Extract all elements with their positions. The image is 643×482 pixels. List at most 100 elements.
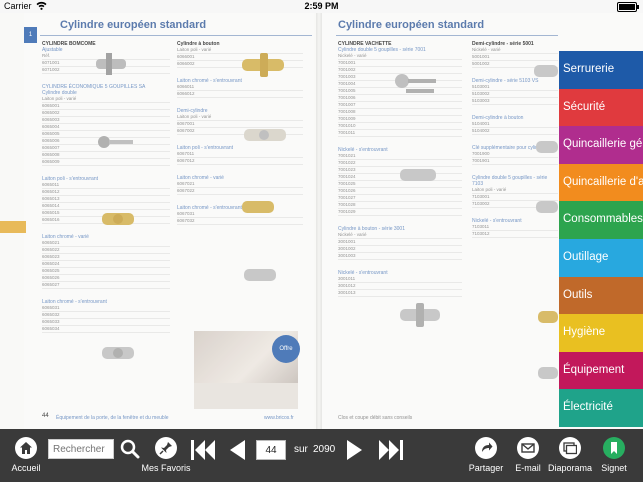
share-label: Partager	[468, 463, 504, 473]
home-button[interactable]: Accueil	[8, 437, 44, 473]
favorites-button[interactable]: Mes Favoris	[140, 437, 192, 473]
table-row: 7001021	[338, 153, 462, 160]
cylinder-image	[536, 141, 558, 153]
cylinder-image	[244, 269, 276, 281]
table-row: 6065002	[42, 110, 170, 117]
left-footer-link[interactable]: www.bricos.fr	[264, 415, 294, 421]
search-input[interactable]	[48, 439, 114, 459]
slideshow-icon	[559, 437, 581, 459]
category-tab[interactable]: Sécurité	[559, 88, 643, 127]
left-column-1: CYLINDRE BOMCOME Ajustable Réf. 6071001 6071…	[42, 41, 170, 343]
table-row: 5104001	[472, 121, 558, 128]
cylinder-image	[400, 303, 440, 327]
table-row: 6065025	[42, 268, 170, 275]
cylinder-image	[102, 213, 134, 225]
total-pages: 2090	[313, 444, 336, 455]
bookmark-label: Signet	[601, 463, 627, 473]
table-row: 6066011	[177, 84, 303, 91]
table-row: 6065009	[42, 159, 170, 166]
title-rule-right	[336, 35, 558, 36]
bookmark-button[interactable]: Signet	[596, 437, 632, 473]
clock: 2:59 PM	[304, 1, 339, 11]
category-tab[interactable]: Quincaillerie générale	[559, 126, 643, 164]
table-row: 7001011	[338, 130, 462, 137]
table-row: 6067011	[177, 151, 303, 158]
cylinder-image	[400, 169, 436, 181]
cylinder-image	[538, 311, 558, 323]
category-tab[interactable]: Consommables	[559, 201, 643, 239]
cylinder-image	[242, 53, 284, 77]
pin-icon	[155, 437, 177, 459]
table-row: 6067021	[177, 181, 303, 188]
table-row: 6065013	[42, 196, 170, 203]
promo-badge: Offre	[272, 335, 300, 363]
catalog-page-view[interactable]: 1 Cylindre européen standard Cylindre eu…	[0, 13, 643, 429]
previous-page-icon[interactable]	[228, 439, 246, 466]
table-row: 7103012	[472, 231, 558, 238]
table-row: 6065033	[42, 319, 170, 326]
last-page-icon[interactable]	[378, 439, 404, 466]
table-row: 3001002	[338, 246, 462, 253]
share-icon	[475, 437, 497, 459]
left-footer-text: Équipement de la porte, de la fenêtre et…	[56, 415, 169, 421]
category-tab[interactable]: Outils	[559, 276, 643, 315]
table-row: 6065026	[42, 275, 170, 282]
table-row: Laiton poli - varié	[177, 114, 303, 121]
slideshow-button[interactable]: Diaporama	[548, 437, 592, 473]
table-row: 3001001	[338, 239, 462, 246]
right-footer-text: Clos et coupe débit sans conseils	[338, 415, 413, 421]
page-of-label: sur	[294, 444, 308, 455]
table-row: 3001011	[338, 276, 462, 283]
category-tab[interactable]: Équipement	[559, 351, 643, 390]
cylinder-image	[242, 201, 274, 213]
keys-image	[395, 74, 436, 93]
table-row: 7103011	[472, 224, 558, 231]
cylinder-image	[244, 129, 286, 141]
category-tab[interactable]: Outillage	[559, 238, 643, 277]
category-tab[interactable]: Électricité	[559, 389, 643, 427]
category-tab[interactable]: Quincaillerie d'agencement	[559, 163, 643, 202]
cylinder-image	[534, 65, 558, 77]
table-row: 5103003	[472, 98, 558, 105]
table-row: 6065023	[42, 254, 170, 261]
category-tab[interactable]: Serrurerie	[559, 51, 643, 89]
table-row: 7001008	[338, 109, 462, 116]
left-page-title: Cylindre européen standard	[60, 19, 207, 31]
cylinder-image	[536, 201, 558, 213]
chapter-tab: 1	[24, 27, 37, 43]
table-row: 7001007	[338, 102, 462, 109]
table-row: 6065001	[42, 103, 170, 110]
first-page-icon[interactable]	[190, 439, 216, 466]
table-row: 6065032	[42, 312, 170, 319]
table-row: 7001001	[338, 60, 462, 67]
table-row: 6065031	[42, 305, 170, 312]
cylinder-image	[538, 367, 558, 379]
email-button[interactable]: E-mail	[510, 437, 546, 473]
table-row: Nickelé - varié	[338, 53, 462, 60]
table-row: 6065008	[42, 152, 170, 159]
table-row: 6065011	[42, 182, 170, 189]
bookmark-icon	[603, 437, 625, 459]
right-page-title: Cylindre européen standard	[338, 19, 485, 31]
table-row: 6066012	[177, 91, 303, 98]
page-number-input[interactable]	[256, 440, 286, 460]
battery-icon	[617, 2, 639, 12]
table-row: 6065021	[42, 240, 170, 247]
envelope-icon	[517, 437, 539, 459]
key-image	[98, 136, 133, 148]
table-row: 7001009	[338, 116, 462, 123]
title-rule-left	[40, 35, 312, 36]
table-row: 6067012	[177, 158, 303, 165]
table-row: 3001013	[338, 290, 462, 297]
table-row: 3001012	[338, 283, 462, 290]
share-button[interactable]: Partager	[466, 437, 506, 473]
category-tab[interactable]: Hygiène	[559, 314, 643, 352]
home-label: Accueil	[11, 463, 41, 473]
search-icon[interactable]	[120, 439, 140, 464]
table-row: 7001029	[338, 209, 462, 216]
next-page-icon[interactable]	[346, 439, 364, 466]
bottom-toolbar: Accueil Mes Favoris sur 2090 Partager E-…	[0, 429, 643, 482]
favorites-label: Mes Favoris	[141, 463, 191, 473]
category-tabs: SerrurerieSécuritéQuincaillerie générale…	[559, 51, 643, 427]
chapter-marker	[0, 221, 26, 233]
